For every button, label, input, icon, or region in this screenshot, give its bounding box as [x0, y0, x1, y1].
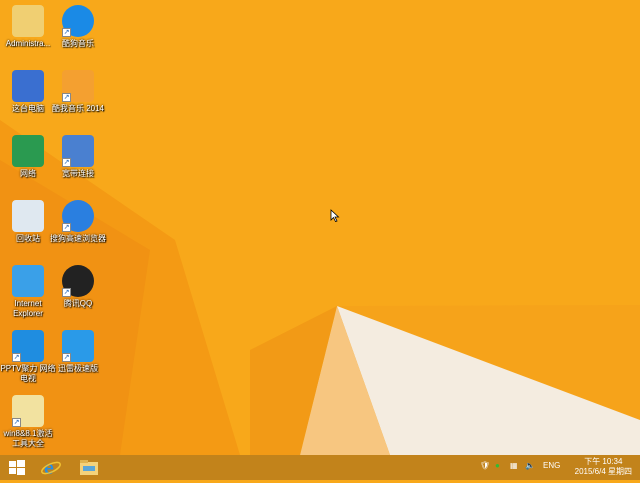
- shortcut-arrow-icon: ↗: [62, 158, 71, 167]
- ie-icon: [12, 265, 44, 297]
- qq-icon: ↗: [62, 265, 94, 297]
- desktop-icon[interactable]: Administra...: [0, 5, 56, 49]
- network-tray-icon[interactable]: ▦: [510, 461, 518, 470]
- time: 下午 10:34: [584, 457, 623, 466]
- desktop-icon[interactable]: ↗ 搜狗高速浏览器: [50, 200, 106, 244]
- desktop-icon[interactable]: ↗ PPTV聚力 网络电视: [0, 330, 56, 384]
- desktop-icon-label: 腾讯QQ: [63, 299, 93, 308]
- desktop-icon[interactable]: ↗ 宽带连接: [50, 135, 106, 179]
- desktop-icon[interactable]: ↗ win8&8.1激活工具大全: [0, 395, 56, 449]
- desktop-icon-label: 迅雷极速版: [58, 364, 98, 373]
- desktop-icon-label: 酷狗音乐: [62, 39, 94, 48]
- svg-text:e: e: [44, 458, 54, 478]
- network-icon: [12, 135, 44, 167]
- taskbar: e 🛡 ● ▦ 🔈 ENG 下午 10:34 2015/6/4 星期四: [0, 455, 640, 480]
- shortcut-arrow-icon: ↗: [62, 353, 71, 362]
- volume-tray-icon[interactable]: 🔈: [525, 461, 535, 470]
- shortcut-arrow-icon: ↗: [12, 353, 21, 362]
- desktop-icon[interactable]: ↗ 酷我音乐 2014: [50, 70, 106, 114]
- desktop-icon[interactable]: ↗ 酷狗音乐: [50, 5, 106, 49]
- kugou-icon: ↗: [62, 5, 94, 37]
- language-indicator[interactable]: ENG: [543, 461, 560, 470]
- desktop-icon-label: 搜狗高速浏览器: [50, 234, 106, 243]
- date: 2015/6/4 星期四: [574, 467, 632, 476]
- user-folder-icon: [12, 5, 44, 37]
- ie-icon: e: [41, 458, 61, 478]
- desktop-icon-label: 宽带连接: [62, 169, 94, 178]
- desktop-icon-label: 回收站: [16, 234, 40, 243]
- taskbar-ie-button[interactable]: e: [40, 457, 62, 478]
- taskbar-explorer-button[interactable]: [78, 457, 100, 478]
- computer-icon: [12, 70, 44, 102]
- desktop-icon[interactable]: 这台电脑: [0, 70, 56, 114]
- folder-icon: ↗: [12, 395, 44, 427]
- start-icon: [9, 460, 25, 475]
- security-tray-icon[interactable]: 🛡: [480, 461, 490, 470]
- start-button[interactable]: [6, 457, 28, 478]
- desktop-icon[interactable]: ↗ 迅雷极速版: [50, 330, 106, 374]
- desktop-icon-label: Internet Explorer: [13, 299, 43, 318]
- shortcut-arrow-icon: ↗: [62, 223, 71, 232]
- desktop-icon[interactable]: 网络: [0, 135, 56, 179]
- clock[interactable]: 下午 10:34 2015/6/4 星期四: [575, 457, 632, 477]
- update-tray-icon[interactable]: ●: [495, 461, 500, 470]
- desktop-icon-label: Administra...: [5, 39, 51, 48]
- desktop-icon-label: win8&8.1激活工具大全: [3, 429, 53, 448]
- desktop-icon-label: 网络: [20, 169, 36, 178]
- kuwo-icon: ↗: [62, 70, 94, 102]
- desktop-icon[interactable]: ↗ 腾讯QQ: [50, 265, 106, 309]
- desktop-icon[interactable]: 回收站: [0, 200, 56, 244]
- shortcut-arrow-icon: ↗: [62, 93, 71, 102]
- desktop-icon-label: 这台电脑: [12, 104, 44, 113]
- desktop-icon-label: PPTV聚力 网络电视: [0, 364, 56, 383]
- shortcut-arrow-icon: ↗: [12, 418, 21, 427]
- recycle-bin-icon: [12, 200, 44, 232]
- desktop-icon[interactable]: Internet Explorer: [0, 265, 56, 319]
- pptv-icon: ↗: [12, 330, 44, 362]
- file-explorer-icon: [80, 460, 98, 475]
- broadband-icon: ↗: [62, 135, 94, 167]
- desktop-icon-label: 酷我音乐 2014: [51, 104, 105, 113]
- shortcut-arrow-icon: ↗: [62, 288, 71, 297]
- sogou-browser-icon: ↗: [62, 200, 94, 232]
- shortcut-arrow-icon: ↗: [62, 28, 71, 37]
- mouse-cursor-icon: [330, 209, 340, 222]
- xunlei-icon: ↗: [62, 330, 94, 362]
